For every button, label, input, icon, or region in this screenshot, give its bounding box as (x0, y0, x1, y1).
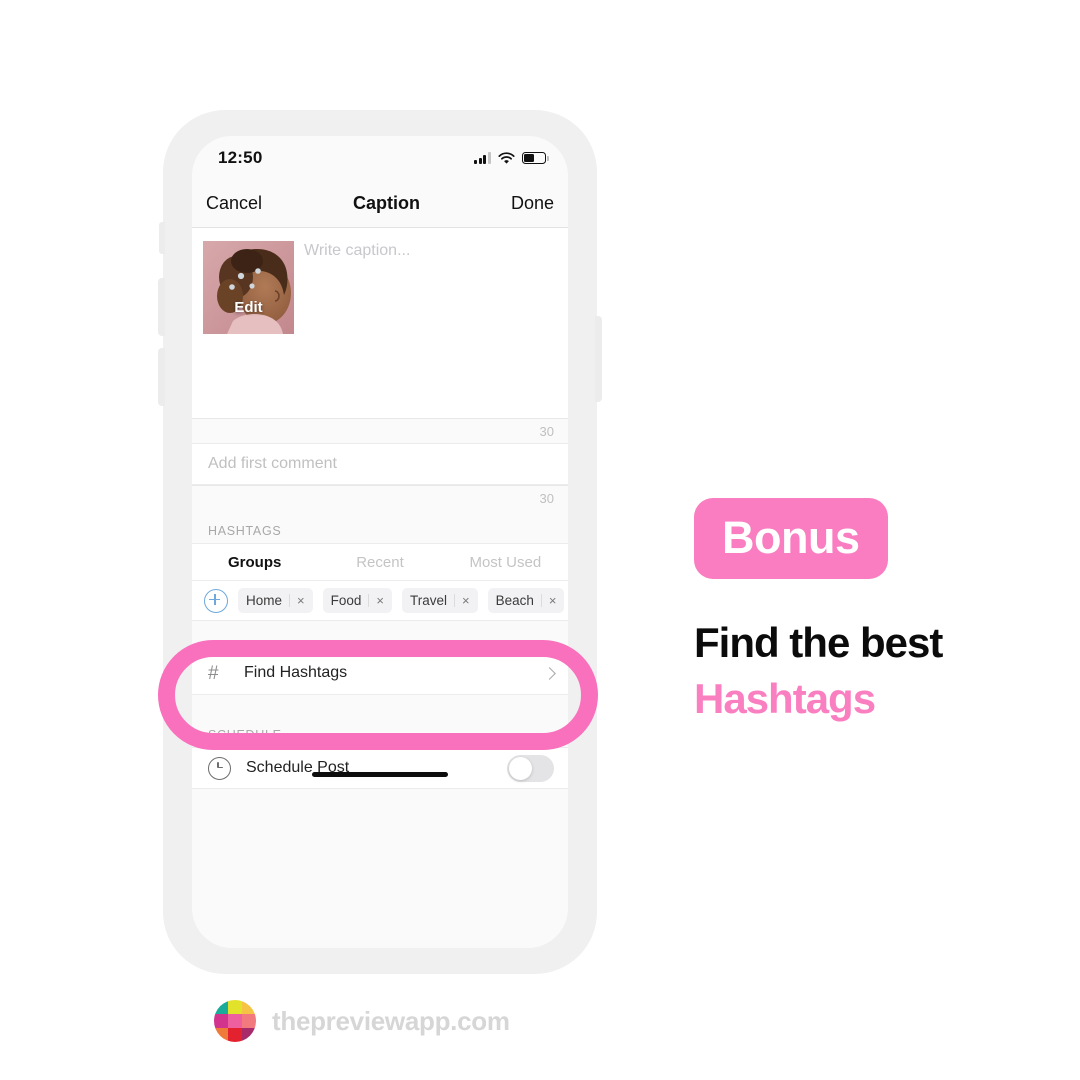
logo-cell-3 (214, 1014, 228, 1028)
logo-cell-8 (242, 1028, 256, 1042)
battery-icon (522, 152, 549, 164)
hashtag-group-chips: Home × Food × Travel × Beach × (192, 581, 568, 621)
chip-label: Home (246, 593, 283, 608)
schedule-post-row[interactable]: Schedule Post (192, 747, 568, 789)
phone-power-button (595, 316, 602, 402)
schedule-post-toggle[interactable] (507, 754, 554, 782)
logo-cell-4 (228, 1014, 242, 1028)
bonus-badge: Bonus (694, 498, 888, 579)
tab-recent[interactable]: Recent (317, 554, 442, 571)
logo-cell-5 (242, 1014, 256, 1028)
tab-most-used[interactable]: Most Used (443, 554, 568, 571)
clock-icon (208, 756, 231, 780)
logo-cell-7 (228, 1028, 242, 1042)
headline-line-2: Hashtags (694, 675, 876, 723)
plus-circle-icon[interactable] (204, 588, 228, 613)
cancel-button[interactable]: Cancel (206, 193, 262, 214)
chip-remove-icon[interactable]: × (549, 594, 557, 607)
schedule-section-header: SCHEDULE (192, 714, 568, 747)
footer-branding: thepreviewapp.com (214, 1000, 510, 1042)
chip-divider (454, 594, 455, 607)
logo-cell-6 (214, 1028, 228, 1042)
home-indicator (312, 772, 448, 777)
phone-mockup-frame: 12:50 Cancel Caption Done Edit Write cap… (158, 110, 602, 974)
preview-grid-logo-icon (214, 1000, 256, 1042)
comment-counter: 30 (192, 485, 568, 510)
find-hashtags-row[interactable]: # Find Hashtags (192, 651, 568, 695)
phone-volume-down-button (158, 348, 165, 406)
first-comment-input[interactable]: Add first comment (208, 455, 337, 473)
chip-food[interactable]: Food × (322, 588, 392, 613)
phone-volume-up-button (158, 278, 165, 336)
hashtag-tab-bar: Groups Recent Most Used (192, 543, 568, 581)
chip-label: Food (330, 593, 362, 608)
status-time: 12:50 (218, 148, 263, 167)
chip-divider (540, 594, 542, 607)
edit-thumbnail-label: Edit (234, 299, 263, 316)
first-comment-row[interactable]: Add first comment (192, 443, 568, 485)
right-panel: Bonus Find the best Hashtags (694, 498, 1024, 721)
chip-remove-icon[interactable]: × (297, 594, 305, 607)
chip-label: Travel (409, 593, 447, 608)
caption-editor: Edit Write caption... (192, 228, 568, 418)
bonus-badge-label: Bonus (722, 512, 860, 563)
status-icons (474, 151, 549, 165)
chip-beach[interactable]: Beach × (487, 588, 565, 613)
tab-groups[interactable]: Groups (192, 554, 317, 571)
hashtags-spacer (192, 621, 568, 651)
done-button[interactable]: Done (511, 193, 554, 214)
chip-divider (368, 594, 370, 607)
caption-input[interactable]: Write caption... (304, 242, 410, 260)
phone-silent-switch (159, 222, 165, 254)
find-hashtags-label: Find Hashtags (244, 664, 348, 681)
chevron-right-icon (543, 666, 556, 680)
headline-line-1: Find the best (694, 619, 943, 666)
chip-label: Beach (495, 593, 534, 608)
hashtags-section-header: HASHTAGS (192, 510, 568, 543)
thumbnail-image (203, 241, 294, 334)
chip-divider (289, 594, 291, 607)
hash-icon: # (208, 662, 219, 684)
wifi-icon (498, 151, 515, 164)
logo-cell-0 (214, 1000, 228, 1014)
brand-name: thepreviewapp.com (272, 1005, 510, 1036)
find-hashtags-spacer (192, 695, 568, 714)
navigation-bar: Cancel Caption Done (192, 180, 568, 228)
chip-travel[interactable]: Travel × (401, 588, 478, 613)
caption-counter: 30 (192, 418, 568, 443)
post-thumbnail[interactable]: Edit (203, 241, 294, 334)
page-title: Caption (353, 193, 420, 213)
status-bar: 12:50 (192, 136, 568, 180)
chip-remove-icon[interactable]: × (376, 594, 384, 607)
chip-remove-icon[interactable]: × (462, 594, 470, 607)
logo-cell-1 (228, 1000, 242, 1014)
chip-home[interactable]: Home × (238, 588, 313, 613)
cellular-signal-icon (474, 152, 491, 164)
phone-screen: 12:50 Cancel Caption Done Edit Write cap… (192, 136, 568, 948)
logo-cell-2 (242, 1000, 256, 1014)
